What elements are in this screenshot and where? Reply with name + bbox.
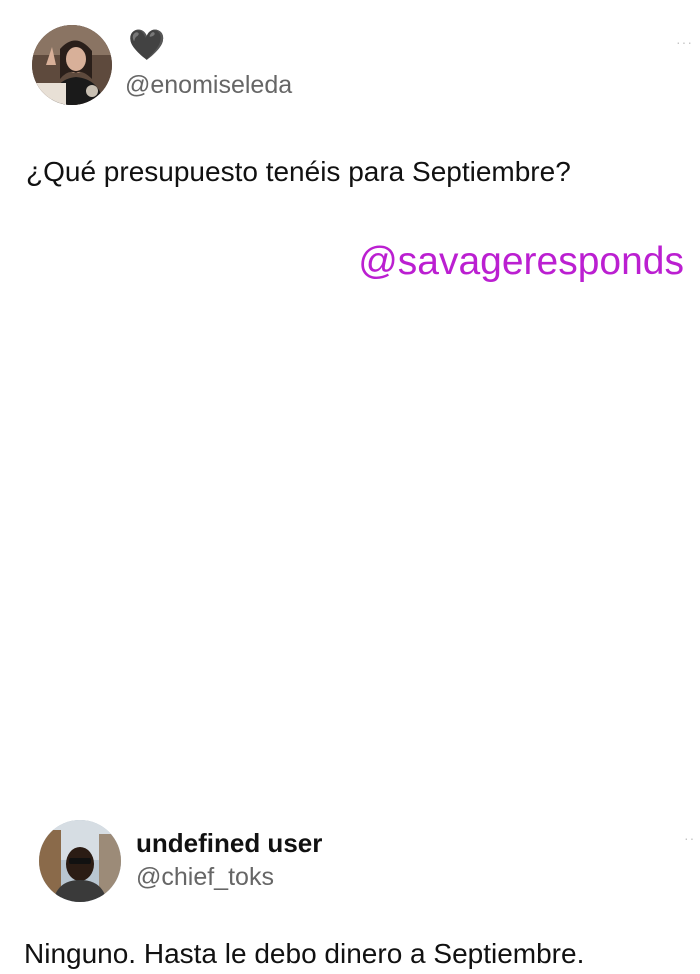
more-options-icon[interactable]: ·· bbox=[684, 830, 695, 846]
black-heart-icon: 🖤 bbox=[128, 28, 166, 63]
tweet-text: Ninguno. Hasta le debo dinero a Septiemb… bbox=[24, 938, 585, 969]
avatar[interactable] bbox=[39, 820, 121, 902]
reply-tweet: undefined user @chief_toks ·· Ninguno. H… bbox=[0, 400, 700, 969]
profile-photo bbox=[32, 25, 112, 105]
original-tweet: 🖤 @enomiseleda ··· ¿Qué presupuesto tené… bbox=[0, 0, 700, 360]
username-handle[interactable]: @chief_toks bbox=[136, 862, 274, 892]
tweet-text: ¿Qué presupuesto tenéis para Septiembre? bbox=[26, 156, 571, 187]
avatar[interactable] bbox=[32, 25, 112, 105]
display-name[interactable]: undefined user bbox=[136, 828, 322, 858]
profile-photo bbox=[39, 820, 121, 902]
more-options-icon[interactable]: ··· bbox=[676, 34, 693, 50]
username-handle[interactable]: @enomiseleda bbox=[125, 70, 292, 100]
watermark: @savageresponds bbox=[358, 240, 684, 283]
